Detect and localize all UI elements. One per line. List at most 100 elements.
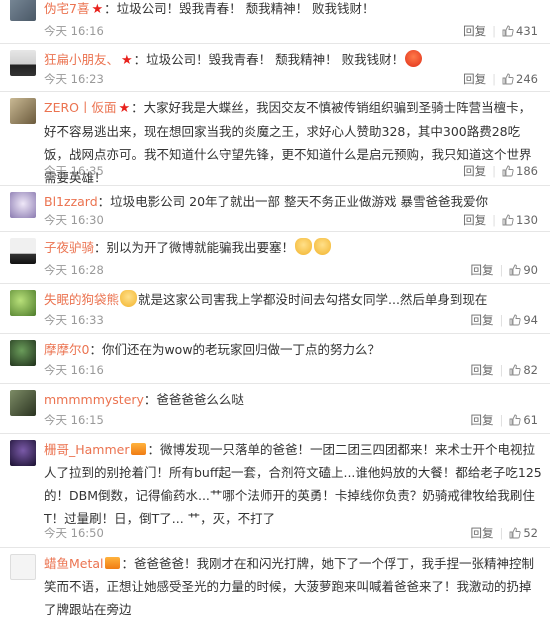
username-link[interactable]: 摩摩尔0 [44, 342, 89, 357]
comment-time: 今天 16:15 [44, 413, 104, 427]
reply-button[interactable]: 回复 [470, 526, 493, 540]
comment-item: mmmmmystery：爸爸爸爸么么哒 今天 16:15 回复 | 61 [0, 384, 550, 434]
thumbs-up-icon [502, 73, 514, 85]
username-link[interactable]: 失眠的狗袋熊 [44, 292, 119, 307]
like-button[interactable]: 186 [502, 164, 538, 178]
comment-item: 狂扁小朋友、 ★：垃圾公司！毁我青春！ 颓我精神！ 败我钱财！ 今天 16:23 … [0, 44, 550, 92]
comment-item: ZERO丨仮面 ★：大家好我是大蝶丝，我因交友不慎被传销组织骗到圣骑士阵营当檀卡，… [0, 92, 550, 186]
username-link[interactable]: ZERO丨仮面 [44, 100, 117, 115]
reply-button[interactable]: 回复 [470, 263, 493, 277]
avatar[interactable] [10, 98, 36, 124]
star-badge-icon: ★ [91, 2, 104, 17]
cat-face-emoji-icon [314, 238, 332, 255]
reply-button[interactable]: 回复 [463, 24, 486, 38]
thumbs-up-icon [509, 527, 521, 539]
like-count: 130 [516, 213, 538, 227]
divider: | [499, 413, 504, 427]
like-button[interactable]: 130 [502, 213, 538, 227]
avatar[interactable] [10, 290, 36, 316]
comment-time: 今天 16:50 [44, 526, 104, 540]
like-button[interactable]: 94 [509, 313, 538, 327]
comment-text: ：你们还在为wow的老玩家回归做一丁点的努力么？ [89, 342, 381, 357]
reply-button[interactable]: 回复 [463, 72, 486, 86]
username-link[interactable]: 蜡鱼Metal [44, 556, 104, 571]
like-count: 61 [523, 413, 538, 427]
star-badge-icon: ★ [118, 101, 131, 116]
like-count: 186 [516, 164, 538, 178]
reply-button[interactable]: 回复 [463, 213, 486, 227]
like-count: 90 [523, 263, 538, 277]
avatar[interactable] [10, 340, 36, 366]
like-count: 52 [523, 526, 538, 540]
face-emoji-icon [120, 290, 138, 307]
comment-time: 今天 16:16 [44, 363, 104, 377]
thumbs-up-icon [502, 25, 514, 37]
divider: | [499, 526, 504, 540]
username-link[interactable]: Bl1zzard [44, 194, 98, 209]
reply-button[interactable]: 回复 [463, 164, 486, 178]
like-button[interactable]: 431 [502, 24, 538, 38]
thumbs-up-icon [502, 214, 514, 226]
username-link[interactable]: 伪宅7喜 [44, 1, 89, 16]
comment-text: ：垃圾公司！毁我青春！ 颓我精神！ 败我钱财！ [133, 52, 405, 67]
like-count: 431 [516, 24, 538, 38]
username-link[interactable]: 子夜驴骑 [44, 240, 94, 255]
angry-face-emoji-icon [405, 50, 423, 67]
comment-time: 今天 16:33 [44, 313, 104, 327]
comment-text: 就是这家公司害我上学都没时间去勾搭女同学...然后单身到现在 [138, 292, 488, 307]
thumbs-up-icon [509, 364, 521, 376]
username-link[interactable]: 狂扁小朋友、 [44, 52, 119, 67]
like-button[interactable]: 52 [509, 526, 538, 540]
reply-button[interactable]: 回复 [470, 363, 493, 377]
comment-time: 今天 16:30 [44, 213, 104, 227]
thumbs-up-icon [509, 414, 521, 426]
vip-badge-icon [130, 443, 146, 455]
divider: | [499, 263, 504, 277]
like-button[interactable]: 61 [509, 413, 538, 427]
avatar[interactable] [10, 238, 36, 264]
comment-feed: 伪宅7喜 ★：垃圾公司！毁我青春！ 颓我精神！ 败我钱财！ 今天 16:16 回复… [0, 0, 550, 617]
thumbs-up-icon [509, 264, 521, 276]
like-button[interactable]: 246 [502, 72, 538, 86]
divider: | [492, 164, 497, 178]
comment-text: ：别以为开了微博就能骗我出要塞！ [94, 240, 295, 255]
like-count: 94 [523, 313, 538, 327]
comment-item: 子夜驴骑：别以为开了微博就能骗我出要塞！ 今天 16:28 回复 | 90 [0, 232, 550, 284]
like-count: 82 [523, 363, 538, 377]
comment-time: 今天 16:16 [44, 24, 104, 38]
cat-face-emoji-icon [295, 238, 313, 255]
comment-item: 蜡鱼Metal ：爸爸爸爸！我刚才在和闪光打牌，她下了一个俘丁，我手捏一张精神控制… [0, 548, 550, 617]
avatar[interactable] [10, 0, 36, 21]
comment-item: 栅哥_Hammer ：微博发现一只落单的爸爸！一团二团三四团都来！来术士开个电视拉… [0, 434, 550, 548]
avatar[interactable] [10, 50, 36, 76]
comment-time: 今天 16:35 [44, 164, 104, 178]
divider: | [499, 313, 504, 327]
username-link[interactable]: mmmmmystery [44, 392, 144, 407]
comment-time: 今天 16:28 [44, 263, 104, 277]
divider: | [492, 72, 497, 86]
reply-button[interactable]: 回复 [470, 413, 493, 427]
thumbs-up-icon [509, 314, 521, 326]
comment-text: ：爸爸爸爸么么哒 [143, 392, 244, 407]
comment-item: Bl1zzard：垃圾电影公司 20年了就出一部 整天不务正业做游戏 暴雪爸爸我… [0, 186, 550, 232]
avatar[interactable] [10, 390, 36, 416]
comment-item: 失眠的狗袋熊 就是这家公司害我上学都没时间去勾搭女同学...然后单身到现在 今天 … [0, 284, 550, 334]
comment-time: 今天 16:23 [44, 72, 104, 86]
like-button[interactable]: 82 [509, 363, 538, 377]
star-badge-icon: ★ [121, 53, 133, 68]
divider: | [492, 24, 497, 38]
avatar[interactable] [10, 440, 36, 466]
divider: | [492, 213, 497, 227]
reply-button[interactable]: 回复 [470, 313, 493, 327]
avatar[interactable] [10, 192, 36, 218]
avatar[interactable] [10, 554, 36, 580]
comment-text: ：垃圾电影公司 20年了就出一部 整天不务正业做游戏 暴雪爸爸我爱你 [97, 194, 488, 209]
vip-badge-icon [104, 557, 120, 569]
comment-item: 伪宅7喜 ★：垃圾公司！毁我青春！ 颓我精神！ 败我钱财！ 今天 16:16 回复… [0, 0, 550, 44]
comment-text: ：垃圾公司！毁我青春！ 颓我精神！ 败我钱财！ [104, 1, 375, 16]
like-button[interactable]: 90 [509, 263, 538, 277]
comment-item: 摩摩尔0：你们还在为wow的老玩家回归做一丁点的努力么？ 今天 16:16 回复… [0, 334, 550, 384]
like-count: 246 [516, 72, 538, 86]
divider: | [499, 363, 504, 377]
username-link[interactable]: 栅哥_Hammer [44, 442, 130, 457]
